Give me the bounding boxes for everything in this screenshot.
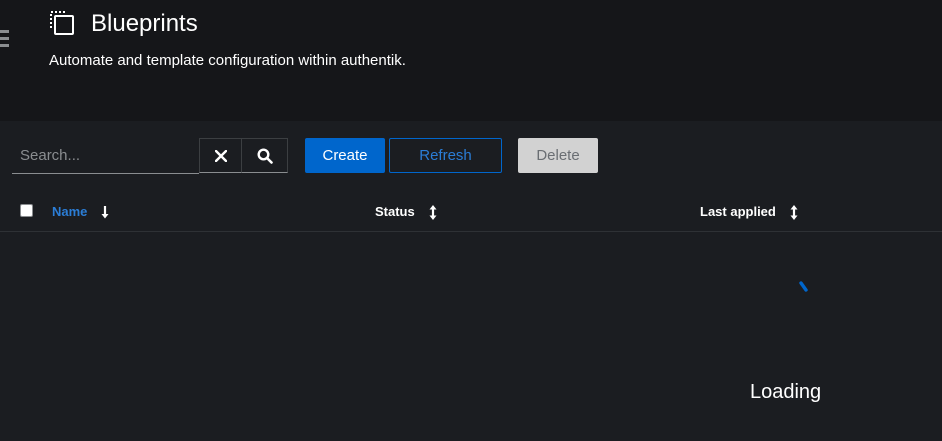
sort-icon — [790, 204, 798, 220]
column-header-label: Status — [375, 204, 415, 219]
delete-button: Delete — [518, 138, 598, 173]
column-header-last-applied[interactable]: Last applied — [700, 204, 798, 220]
select-all-checkbox[interactable] — [20, 204, 33, 217]
page-header: Blueprints Automate and template configu… — [0, 0, 942, 121]
refresh-button[interactable]: Refresh — [389, 138, 502, 173]
search-button[interactable] — [241, 138, 288, 173]
sort-icon — [429, 204, 437, 220]
loading-spinner-icon — [799, 281, 808, 292]
page-subtitle: Automate and template configuration with… — [49, 52, 406, 69]
column-header-name[interactable]: Name — [52, 204, 109, 220]
table-header-row: Name Status Last applied — [0, 191, 942, 232]
create-button[interactable]: Create — [305, 138, 385, 173]
search-icon — [256, 147, 273, 164]
column-header-label: Last applied — [700, 204, 776, 219]
search-input[interactable] — [12, 138, 199, 174]
loading-label: Loading — [750, 381, 822, 403]
clear-search-button[interactable] — [199, 138, 242, 173]
column-header-label: Name — [52, 204, 88, 219]
table-toolbar: Create Refresh Delete — [0, 121, 942, 191]
blueprint-icon — [50, 11, 74, 35]
hamburger-menu-icon[interactable] — [0, 30, 10, 48]
column-header-status[interactable]: Status — [375, 204, 437, 220]
sort-descending-icon — [101, 205, 109, 218]
close-icon — [214, 149, 227, 162]
page-title: Blueprints — [91, 10, 198, 37]
